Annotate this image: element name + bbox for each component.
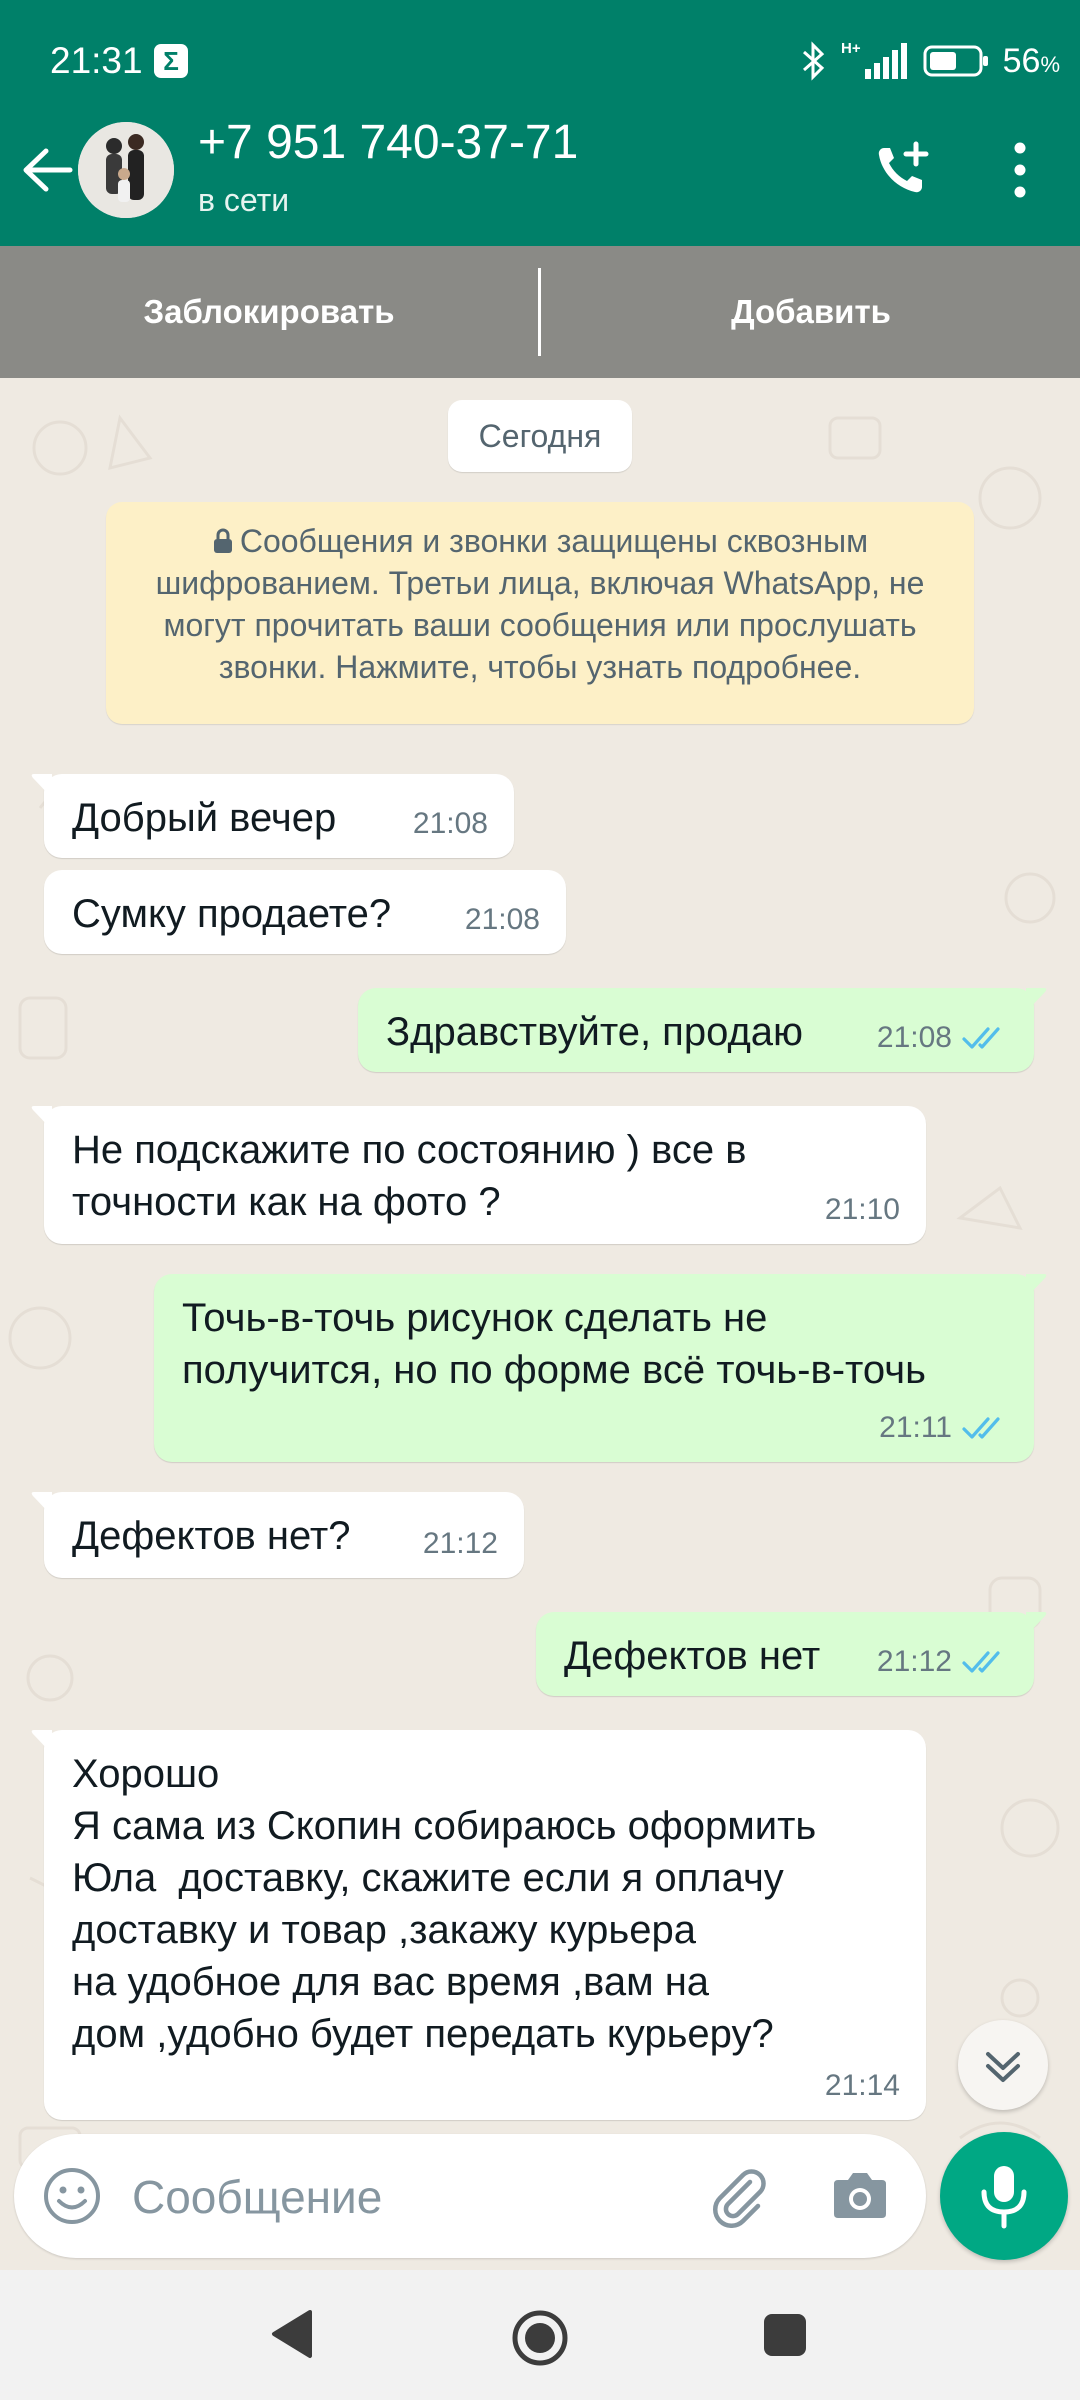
message-text: Добрый вечер <box>72 796 337 840</box>
arrow-left-icon[interactable] <box>20 145 76 195</box>
message-time: 21:12 <box>422 1527 498 1560</box>
mic-icon <box>981 2166 1027 2229</box>
message-time: 21:11 <box>879 1411 952 1444</box>
date-chip: Сегодня <box>448 400 632 472</box>
message-meta: 21:08 <box>465 894 540 946</box>
bubble-tail <box>1026 1274 1047 1298</box>
battery-icon <box>923 45 988 77</box>
message-meta: 21:12 <box>423 1518 498 1570</box>
message-bubble-incoming[interactable]: Дефектов нет? 21:12 <box>31 1492 524 1578</box>
message-bubble-outgoing[interactable]: Дефектов нет 21:12 <box>536 1612 1047 1696</box>
double-chevron-down-icon <box>986 2052 1020 2082</box>
lock-icon <box>213 528 232 553</box>
message-time: 21:12 <box>876 1645 952 1678</box>
message-text: Не подскажите по состоянию ) все в точно… <box>72 1128 747 1224</box>
bluetooth-icon <box>802 41 824 81</box>
double-check-read-icon <box>962 1651 1000 1673</box>
message-bubble-incoming[interactable]: Добрый вечер 21:08 <box>31 774 514 858</box>
signal-icon: H+ <box>841 40 907 79</box>
battery-percent: 56% <box>1002 41 1060 80</box>
message-bubble-outgoing[interactable]: Точь-в-точь рисунок сделать не получится… <box>154 1274 1047 1462</box>
message-text: Здравствуйте, продаю <box>386 1010 804 1054</box>
encryption-notice-text: Сообщения и звонки защищены сквозным шиф… <box>155 523 925 685</box>
block-button[interactable]: Заблокировать <box>0 246 538 378</box>
svg-text:H+: H+ <box>841 40 861 57</box>
status-icons: H+ 56% <box>801 36 1060 86</box>
composer <box>14 2134 926 2258</box>
bubble-tail <box>31 1730 52 1754</box>
encryption-notice[interactable]: Сообщения и звонки защищены сквозным шиф… <box>106 502 974 724</box>
nav-back-icon[interactable] <box>266 2306 318 2362</box>
message-list[interactable]: Сегодня Сообщения и звонки защищены скво… <box>0 378 1080 2268</box>
sigma-icon: Σ <box>154 44 188 78</box>
more-vert-icon[interactable] <box>1000 138 1040 202</box>
status-time: 21:31 <box>50 40 143 81</box>
bubble-tail <box>1026 1612 1047 1636</box>
nav-recents-icon[interactable] <box>762 2312 808 2358</box>
message-input[interactable] <box>130 2156 694 2238</box>
message-text: Дефектов нет <box>564 1634 821 1678</box>
message-text: Сумку продаете? <box>72 892 392 936</box>
message-bubble-incoming[interactable]: Сумку продаете? 21:08 <box>44 870 566 954</box>
bubble-tail <box>31 774 52 798</box>
message-time: 21:08 <box>876 1021 952 1054</box>
add-contact-button[interactable]: Добавить <box>542 246 1080 378</box>
message-meta: 21:08 <box>413 798 488 850</box>
contact-name[interactable]: +7 951 740-37-71 <box>198 115 578 170</box>
message-meta: 21:14 <box>825 2060 900 2112</box>
double-check-read-icon <box>962 1027 1000 1049</box>
message-text: Хорошо Я сама из Скопин собираюсь оформи… <box>72 1752 817 2056</box>
message-bubble-incoming[interactable]: Не подскажите по состоянию ) все в точно… <box>31 1106 926 1244</box>
bubble-tail <box>31 1106 52 1130</box>
bubble-tail <box>1026 988 1047 1012</box>
bubble-tail <box>31 1492 52 1516</box>
system-nav-bar <box>0 2270 1080 2400</box>
emoji-icon[interactable] <box>40 2164 104 2228</box>
status-bar: 21:31 Σ H+ 56% <box>0 0 1080 120</box>
action-divider <box>538 268 541 356</box>
spam-action-bar: Заблокировать Добавить <box>0 246 1080 378</box>
message-text: Точь-в-точь рисунок сделать не получится… <box>182 1296 926 1392</box>
contact-status: в сети <box>198 182 290 218</box>
paperclip-icon[interactable] <box>706 2162 772 2228</box>
message-meta: 21:10 <box>825 1184 900 1236</box>
chat-header: 21:31 Σ H+ 56% +7 951 740-37-71 в сети <box>0 0 1080 246</box>
avatar-photo <box>78 122 174 218</box>
message-text: Дефектов нет? <box>72 1514 351 1558</box>
message-bubble-outgoing[interactable]: Здравствуйте, продаю 21:08 <box>358 988 1047 1072</box>
message-meta: 21:12 <box>877 1636 1008 1688</box>
message-time: 21:14 <box>824 2069 900 2102</box>
message-meta: 21:08 <box>877 1012 1008 1064</box>
double-check-read-icon <box>962 1417 1000 1439</box>
camera-icon[interactable] <box>828 2164 892 2228</box>
message-meta: 21:11 <box>879 1402 1008 1454</box>
message-bubble-incoming[interactable]: Хорошо Я сама из Скопин собираюсь оформи… <box>31 1730 926 2120</box>
message-time: 21:08 <box>464 903 540 936</box>
avatar[interactable] <box>78 122 174 218</box>
mic-button[interactable] <box>940 2132 1068 2260</box>
message-time: 21:10 <box>824 1193 900 1226</box>
scroll-to-bottom-button[interactable] <box>958 2020 1048 2110</box>
nav-home-icon[interactable] <box>510 2308 570 2368</box>
add-call-icon[interactable] <box>872 140 932 200</box>
message-time: 21:08 <box>412 807 488 840</box>
